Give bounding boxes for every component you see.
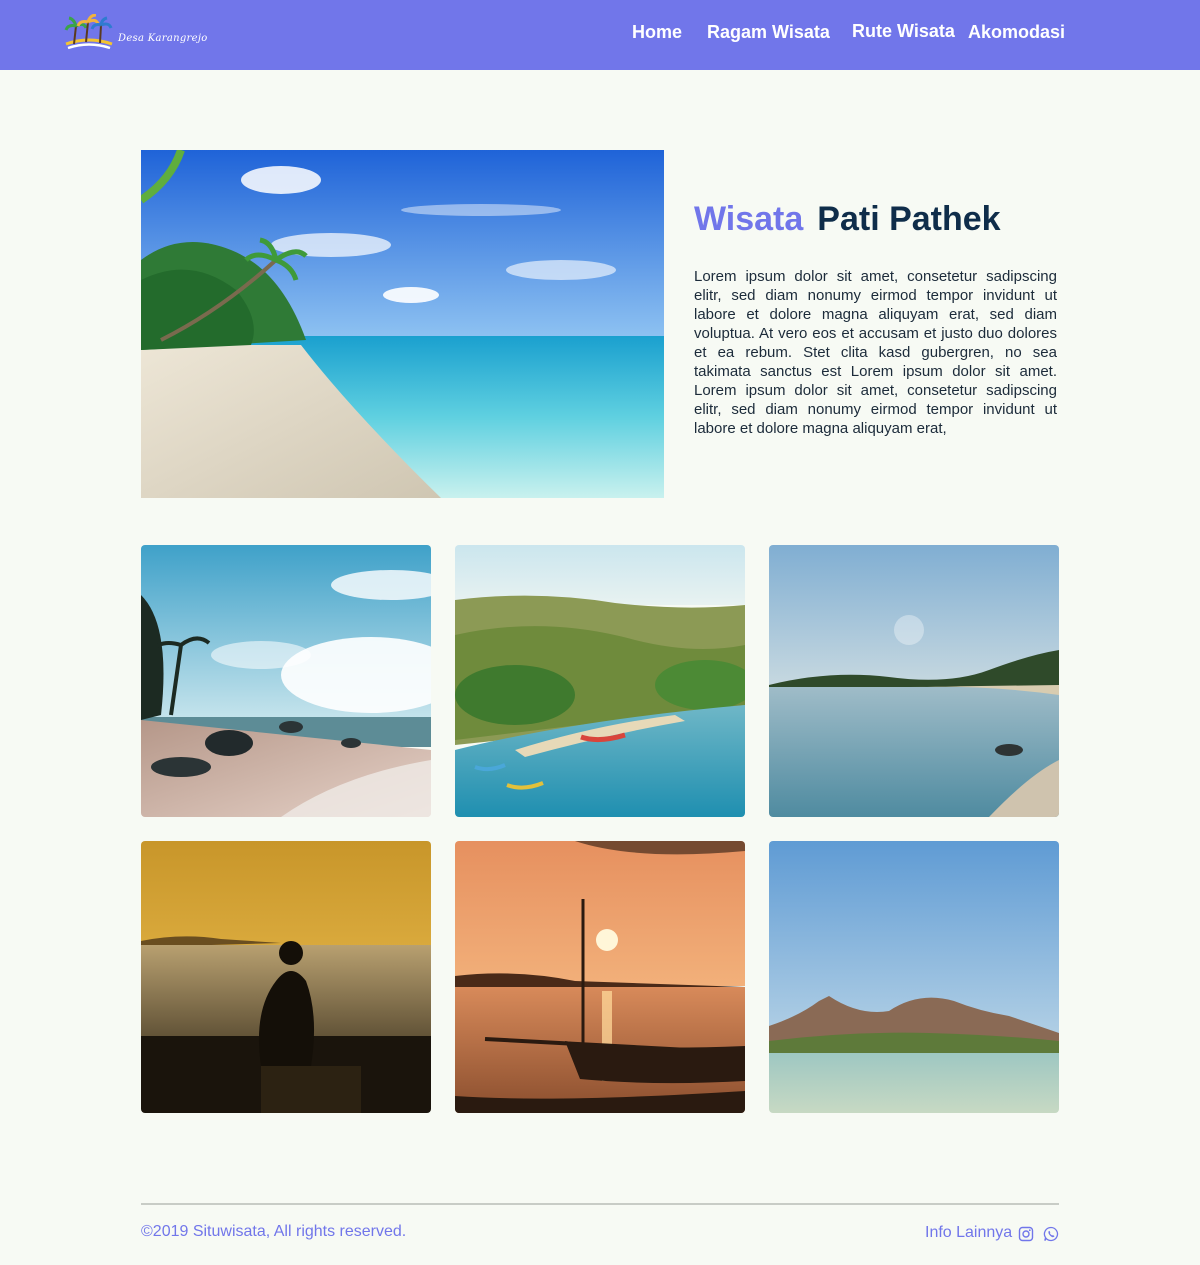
site-logo[interactable]: Desa Karangrejo xyxy=(64,13,207,56)
nav-link-ragam-wisata[interactable]: Ragam Wisata xyxy=(707,22,830,43)
sunset-boat-photo[interactable] xyxy=(455,841,745,1113)
title-main: Pati Pathek xyxy=(817,200,1001,238)
page-title: Wisata Pati Pathek xyxy=(694,200,1001,239)
mountain-coast-photo[interactable] xyxy=(769,841,1059,1113)
copyright-text: ©2019 Situwisata, All rights reserved. xyxy=(141,1223,407,1240)
logo-text: Desa Karangrejo xyxy=(118,33,208,44)
info-lainnya-link[interactable]: Info Lainnya xyxy=(925,1224,1012,1242)
nav-link-home[interactable]: Home xyxy=(632,22,682,43)
palm-logo-icon xyxy=(64,13,113,50)
title-accent: Wisata xyxy=(694,200,804,238)
description-paragraph: Lorem ipsum dolor sit amet, consetetur s… xyxy=(694,268,1057,437)
beach-rocks-photo[interactable] xyxy=(141,545,431,817)
top-navbar: Desa Karangrejo Home Ragam Wisata Rute W… xyxy=(0,0,1200,70)
hero-beach-photo xyxy=(141,150,664,498)
footer-divider xyxy=(141,1203,1059,1205)
boats-bay-photo[interactable] xyxy=(455,545,745,817)
sunset-silhouette-photo[interactable] xyxy=(141,841,431,1113)
calm-coast-photo[interactable] xyxy=(769,545,1059,817)
nav-link-akomodasi[interactable]: Akomodasi xyxy=(968,22,1065,43)
nav-link-rute-wisata[interactable]: Rute Wisata xyxy=(852,21,955,42)
instagram-icon[interactable] xyxy=(1018,1226,1034,1242)
whatsapp-icon[interactable] xyxy=(1043,1226,1059,1242)
